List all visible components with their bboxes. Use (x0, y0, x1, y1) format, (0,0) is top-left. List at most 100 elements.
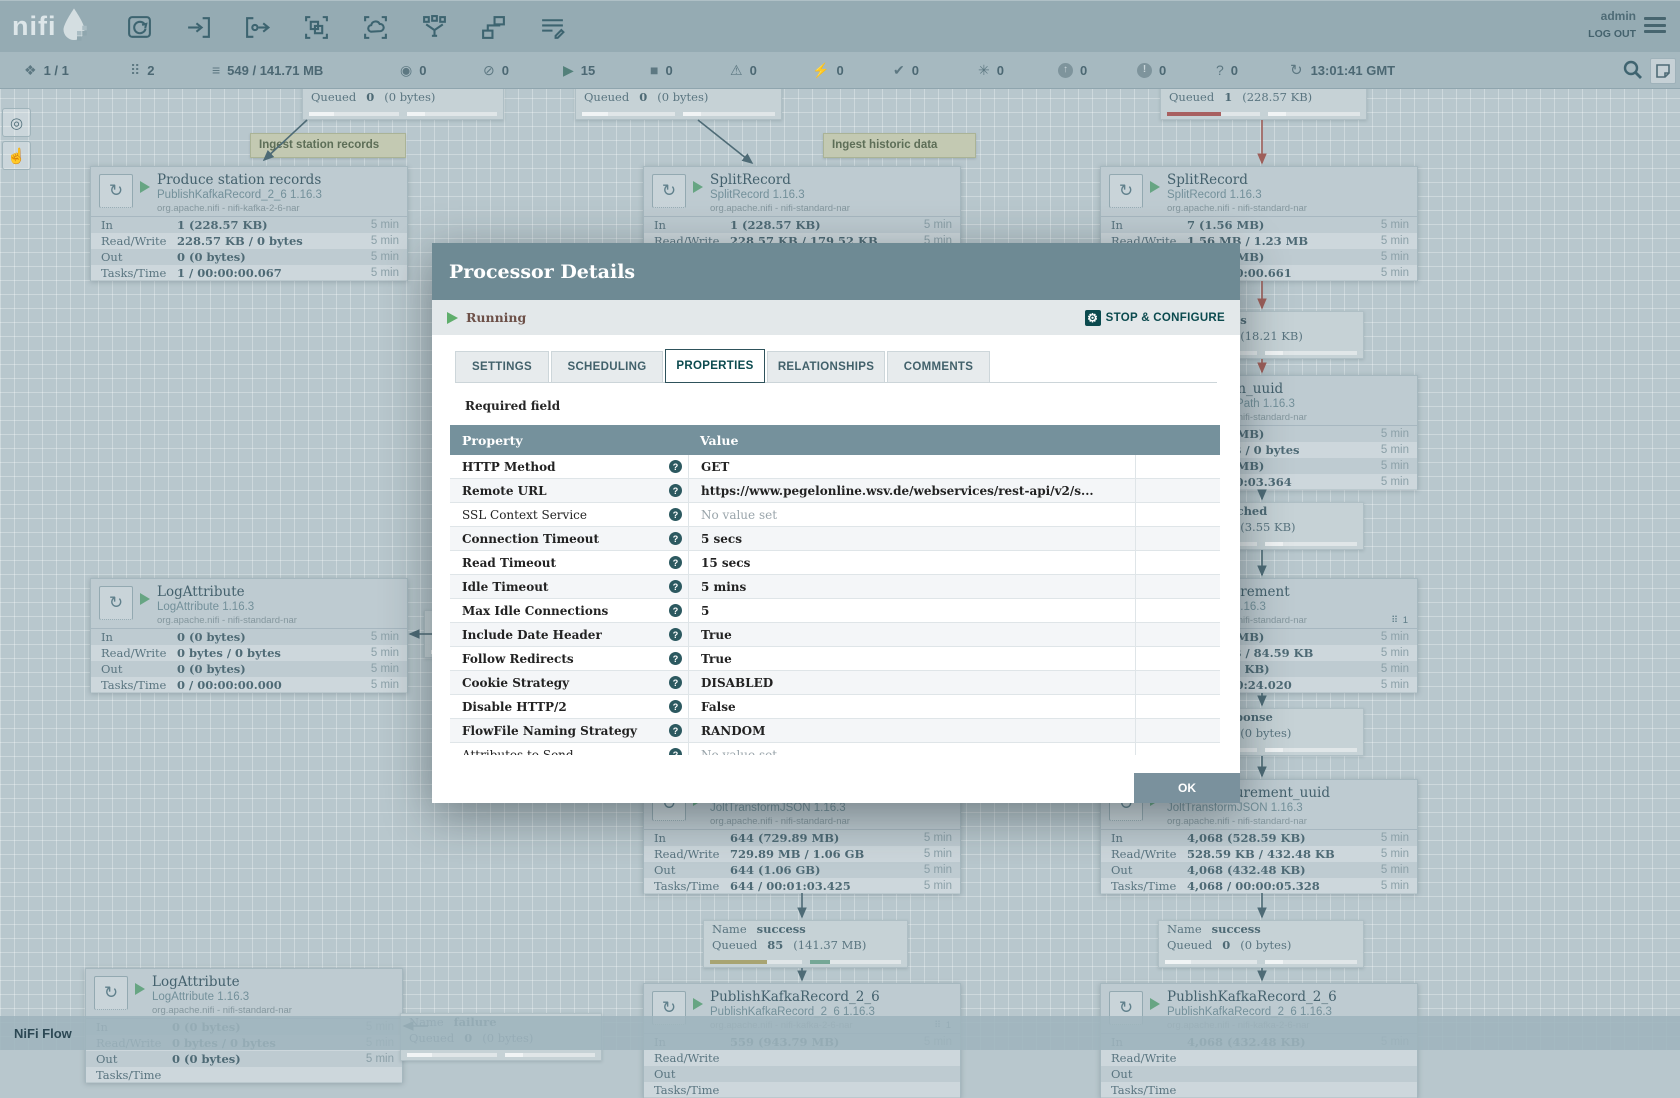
connection-label[interactable]: NamesuccessQueued0(0 bytes) (1158, 920, 1364, 968)
help-icon[interactable]: ? (669, 460, 682, 473)
help-icon[interactable]: ? (669, 676, 682, 689)
help-icon[interactable]: ? (669, 748, 682, 755)
processor-icon[interactable] (122, 10, 156, 44)
help-icon[interactable]: ? (669, 508, 682, 521)
backpressure-track (582, 112, 675, 116)
help-icon[interactable]: ? (669, 532, 682, 545)
stat-value: 0 (0 bytes) (177, 629, 246, 645)
locally-modified-stale-indicator: !0 (1137, 52, 1166, 88)
remote-process-group-icon[interactable] (358, 10, 392, 44)
process-group-icon[interactable] (299, 10, 333, 44)
connection-queued-row: Queued1(228.57 KB) (1161, 89, 1366, 105)
help-icon[interactable]: ? (669, 700, 682, 713)
help-icon[interactable]: ? (669, 652, 682, 665)
help-icon[interactable]: ? (669, 604, 682, 617)
sync-failure-icon: ? (1216, 63, 1224, 77)
stop-and-configure-button[interactable]: ⚙ STOP & CONFIGURE (1085, 310, 1225, 326)
processor-name: LogAttribute (157, 584, 245, 600)
invalid-indicator: ⚠0 (730, 52, 757, 88)
disabled-icon: ⚡ (812, 63, 829, 77)
breadcrumb[interactable]: NiFi Flow (14, 1026, 72, 1041)
property-extra-cell (1136, 647, 1220, 670)
backpressure-track (407, 112, 497, 116)
status-count: 0 (419, 63, 426, 78)
stat-value: 644 (1.06 GB) (730, 862, 820, 878)
stat-label: Tasks/Time (101, 677, 166, 693)
not-transmitting-indicator: ⊘0 (483, 52, 509, 88)
property-row: SSL Context Service?No value set (450, 503, 1220, 527)
search-icon[interactable] (1622, 59, 1644, 81)
operate-palette-button[interactable]: ☝ (2, 141, 31, 170)
running-indicator: ▶15 (563, 52, 595, 88)
stat-label: Tasks/Time (101, 265, 166, 281)
help-icon[interactable]: ? (669, 580, 682, 593)
dialog-title: Processor Details (449, 261, 635, 283)
navigate-palette-button[interactable]: ◎ (2, 108, 31, 137)
tab-scheduling[interactable]: SCHEDULING (551, 351, 663, 382)
ok-button[interactable]: OK (1134, 773, 1240, 803)
property-name: Follow Redirects (462, 652, 574, 666)
processor-bundle: org.apache.nifi - nifi-standard-nar (157, 615, 297, 626)
cluster-indicator: ❖1 / 1 (24, 52, 69, 88)
connection-name-value: success (1212, 922, 1261, 936)
tab-settings[interactable]: SETTINGS (455, 351, 549, 382)
stat-window: 5 min (1381, 661, 1409, 677)
output-port-icon[interactable] (240, 10, 274, 44)
property-name: Idle Timeout (462, 580, 548, 594)
template-icon[interactable] (476, 10, 510, 44)
queued-size: (18.21 KB) (1240, 329, 1303, 343)
queued-count: 0 (366, 90, 374, 104)
processor-details-dialog: Processor Details Running ⚙ STOP & CONFI… (432, 243, 1240, 803)
tab-comments[interactable]: COMMENTS (887, 351, 990, 382)
backpressure-track (710, 960, 802, 964)
canvas-label[interactable]: Ingest station records (250, 133, 406, 158)
help-icon[interactable]: ? (669, 556, 682, 569)
properties-table-body: HTTP Method?GETRemote URL?https://www.pe… (450, 455, 1220, 755)
stat-row: In0 (0 bytes)5 min (91, 629, 407, 645)
property-row: Max Idle Connections?5 (450, 599, 1220, 623)
connection-label[interactable]: NamesuccessQueued85(141.37 MB) (703, 920, 908, 968)
help-icon[interactable]: ? (669, 484, 682, 497)
logout-link[interactable]: LOG OUT (1588, 28, 1636, 40)
property-value-cell: True (688, 647, 1136, 670)
tab-properties[interactable]: PROPERTIES (665, 349, 765, 383)
processor-node[interactable]: ↻Produce station recordsPublishKafkaReco… (90, 166, 408, 281)
stat-row: Tasks/Time 0 / 00:00:00.000 5 min (91, 677, 407, 693)
stat-row: In7 (1.56 MB)5 min (1101, 217, 1417, 233)
global-menu-icon[interactable] (1644, 17, 1666, 37)
status-count: 2 (147, 63, 154, 78)
property-name-cell: Max Idle Connections? (450, 599, 688, 622)
stat-value: 0 / 00:00:00.000 (177, 677, 282, 693)
processor-type: LogAttribute 1.16.3 (152, 991, 249, 1003)
stat-value: 644 (729.89 MB) (730, 830, 839, 846)
running-state-icon (693, 181, 703, 193)
queued-size: (141.37 MB) (793, 938, 866, 952)
help-icon[interactable]: ? (669, 724, 682, 737)
status-count: 0 (1080, 63, 1087, 78)
stat-value: 4,068 (432.48 KB) (1187, 862, 1306, 878)
connection-queued-row: Queued0(0 bytes) (576, 89, 781, 105)
property-name: Disable HTTP/2 (462, 700, 567, 714)
input-port-icon[interactable] (181, 10, 215, 44)
stat-window: 5 min (371, 677, 399, 693)
help-icon[interactable]: ? (669, 628, 682, 641)
backpressure-fill (1265, 542, 1283, 546)
refresh-status[interactable]: ↻ 13:01:41 GMT (1290, 52, 1395, 88)
canvas-label[interactable]: Ingest historic data (823, 133, 976, 158)
stat-label: Tasks/Time (1111, 1082, 1176, 1098)
bulletin-board-button[interactable] (1650, 58, 1676, 84)
property-name-cell: Remote URL? (450, 479, 688, 502)
processor-node[interactable]: ↻LogAttributeLogAttribute 1.16.3org.apac… (90, 578, 408, 693)
active-threads-indicator: ⠿2 (130, 52, 155, 88)
running-state-icon (140, 181, 150, 193)
stat-row: Out644 (1.06 GB)5 min (644, 862, 960, 878)
stat-window: 5 min (924, 217, 952, 233)
stat-value: 1 (228.57 KB) (730, 217, 821, 233)
funnel-icon[interactable] (417, 10, 451, 44)
processor-name: SplitRecord (1167, 172, 1248, 188)
property-name: Connection Timeout (462, 532, 599, 546)
label-icon[interactable] (535, 10, 569, 44)
tab-relationships[interactable]: RELATIONSHIPS (767, 351, 885, 382)
property-name: Cookie Strategy (462, 676, 569, 690)
stat-label: Read/Write (654, 846, 719, 862)
